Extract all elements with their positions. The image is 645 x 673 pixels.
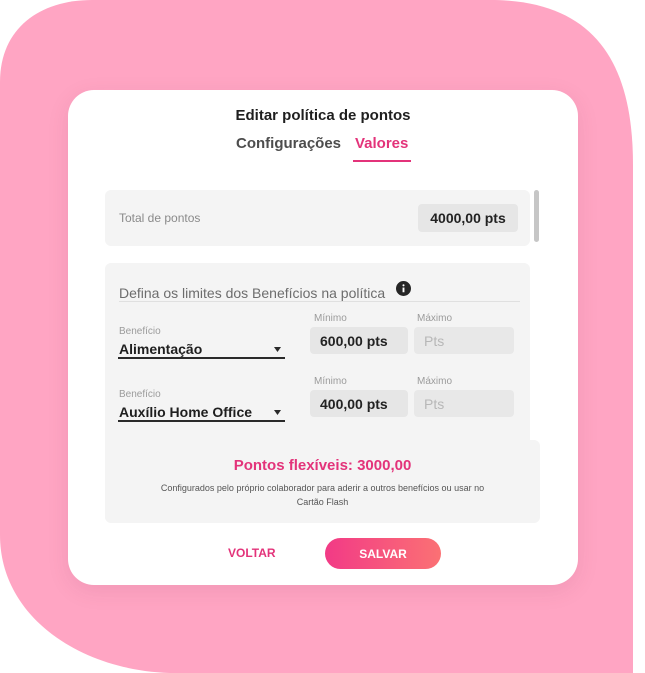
divider bbox=[119, 301, 520, 302]
info-icon[interactable] bbox=[396, 281, 411, 296]
flexible-points-description: Configurados pelo próprio colaborador pa… bbox=[160, 483, 485, 507]
edit-policy-modal: Editar política de pontos Configurações … bbox=[68, 90, 578, 585]
benefit-select-value: Alimentação bbox=[119, 341, 203, 357]
total-points-input[interactable]: 4000,00 pts bbox=[418, 204, 518, 232]
minimum-input[interactable]: 600,00 pts bbox=[310, 327, 408, 354]
back-button[interactable]: VOLTAR bbox=[228, 546, 276, 560]
screen: Editar política de pontos Configurações … bbox=[0, 0, 645, 673]
minimum-caption: Mínimo bbox=[314, 313, 347, 324]
active-tab-indicator bbox=[353, 160, 411, 162]
flexible-points-card: Pontos flexíveis: 3000,00 Configurados p… bbox=[105, 440, 540, 523]
flexible-points-title: Pontos flexíveis: 3000,00 bbox=[233, 457, 412, 474]
benefit-select[interactable]: Auxílio Home Office bbox=[118, 402, 285, 422]
caret-down-icon bbox=[274, 347, 281, 352]
tab-valores[interactable]: Valores bbox=[355, 135, 408, 152]
total-points-label: Total de pontos bbox=[119, 211, 201, 225]
benefit-select-value: Auxílio Home Office bbox=[119, 404, 253, 420]
minimum-input[interactable]: 400,00 pts bbox=[310, 390, 408, 417]
benefit-limit-row: Benefício Auxílio Home Office Mínimo 400… bbox=[105, 376, 530, 438]
maximum-input[interactable]: Pts bbox=[414, 327, 514, 354]
benefit-caption: Benefício bbox=[119, 389, 161, 400]
maximum-caption: Máximo bbox=[417, 313, 453, 324]
modal-title: Editar política de pontos bbox=[235, 107, 411, 124]
tab-configuracoes[interactable]: Configurações bbox=[236, 135, 341, 152]
scrollbar-thumb[interactable] bbox=[534, 190, 539, 242]
benefit-select[interactable]: Alimentação bbox=[118, 339, 285, 359]
tab-bar: Configurações Valores bbox=[68, 135, 578, 163]
maximum-input[interactable]: Pts bbox=[414, 390, 514, 417]
save-button[interactable]: SALVAR bbox=[325, 538, 441, 569]
benefit-limits-title: Defina os limites dos Benefícios na polí… bbox=[119, 285, 386, 301]
total-points-card: Total de pontos 4000,00 pts bbox=[105, 190, 530, 246]
caret-down-icon bbox=[274, 410, 281, 415]
maximum-caption: Máximo bbox=[417, 376, 453, 387]
benefit-limit-row: Benefício Alimentação Mínimo 600,00 pts … bbox=[105, 313, 530, 375]
minimum-caption: Mínimo bbox=[314, 376, 347, 387]
benefit-caption: Benefício bbox=[119, 326, 161, 337]
